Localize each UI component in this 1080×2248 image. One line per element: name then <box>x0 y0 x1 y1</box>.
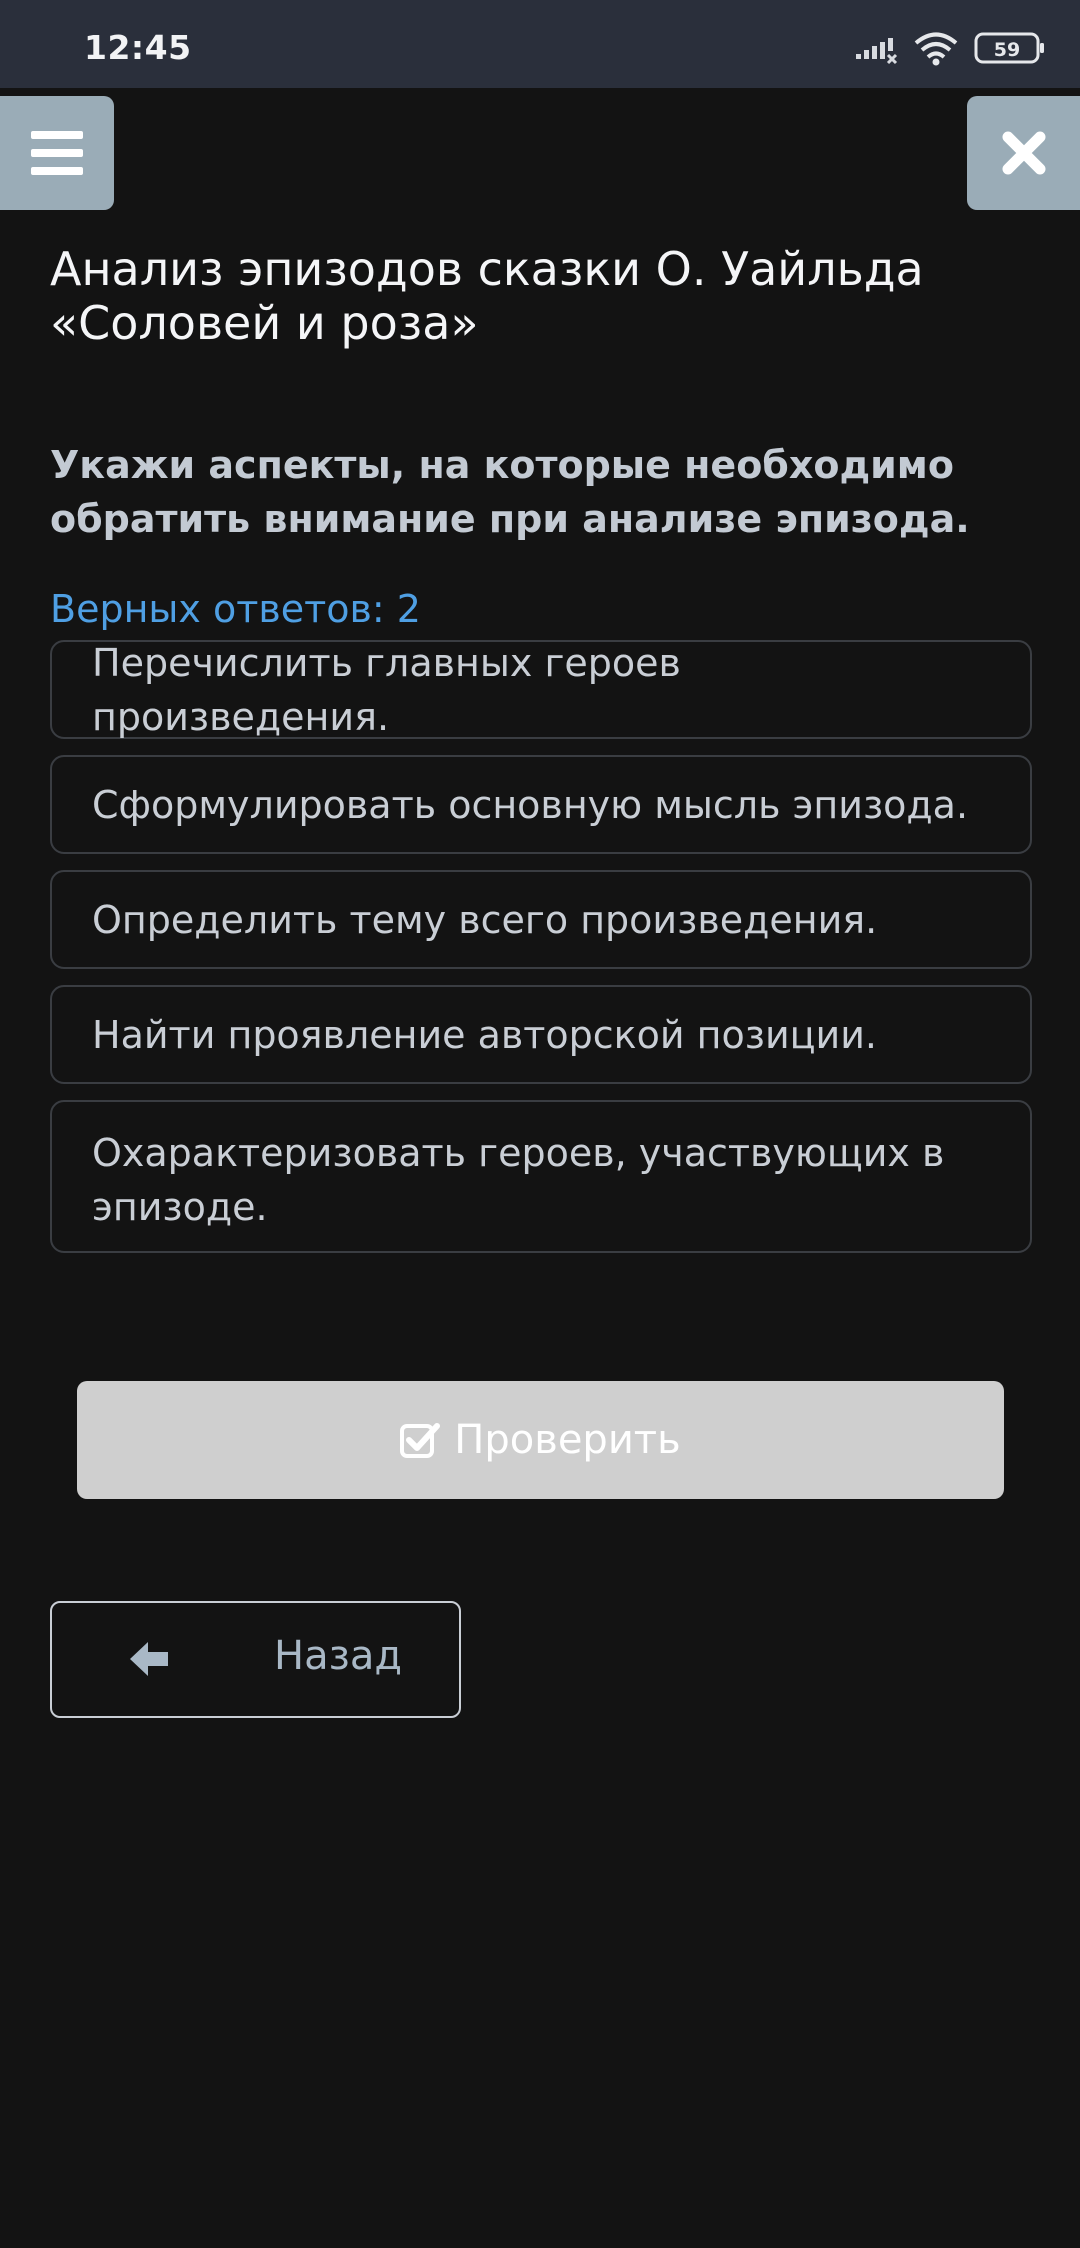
close-button[interactable] <box>967 96 1080 210</box>
menu-button[interactable] <box>0 96 114 210</box>
arrow-left-icon <box>130 1642 168 1676</box>
correct-answers-count: Верных ответов: 2 <box>50 587 421 631</box>
back-button[interactable]: Назад <box>50 1601 461 1718</box>
answer-option[interactable]: Перечислить главных героев произведения. <box>50 640 1032 739</box>
check-button[interactable]: Проверить <box>77 1381 1004 1499</box>
battery-icon: 59 <box>974 32 1044 64</box>
hamburger-icon <box>31 131 83 175</box>
answer-option[interactable]: Найти проявление авторской позиции. <box>50 985 1032 1084</box>
status-bar: 12:45 59 <box>0 0 1080 88</box>
signal-icon <box>856 38 898 65</box>
battery-level: 59 <box>994 39 1020 61</box>
answer-option[interactable]: Охарактеризовать героев, участвующих в э… <box>50 1100 1032 1253</box>
status-time: 12:45 <box>84 28 192 67</box>
close-icon <box>1002 131 1045 175</box>
check-button-label: Проверить <box>454 1417 681 1463</box>
question-text: Укажи аспекты, на которые необходимо обр… <box>50 443 970 541</box>
back-button-label: Назад <box>274 1633 403 1679</box>
checkbox-check-icon <box>400 1423 441 1458</box>
wifi-icon <box>914 32 958 66</box>
answer-option[interactable]: Определить тему всего произведения. <box>50 870 1032 969</box>
lesson-title: Анализ эпизодов сказки О. Уайльда «Солов… <box>50 242 924 350</box>
status-icons: 59 <box>840 0 1080 88</box>
answer-options: Перечислить главных героев произведения.… <box>50 640 1032 1269</box>
answer-option[interactable]: Сформулировать основную мысль эпизода. <box>50 755 1032 854</box>
